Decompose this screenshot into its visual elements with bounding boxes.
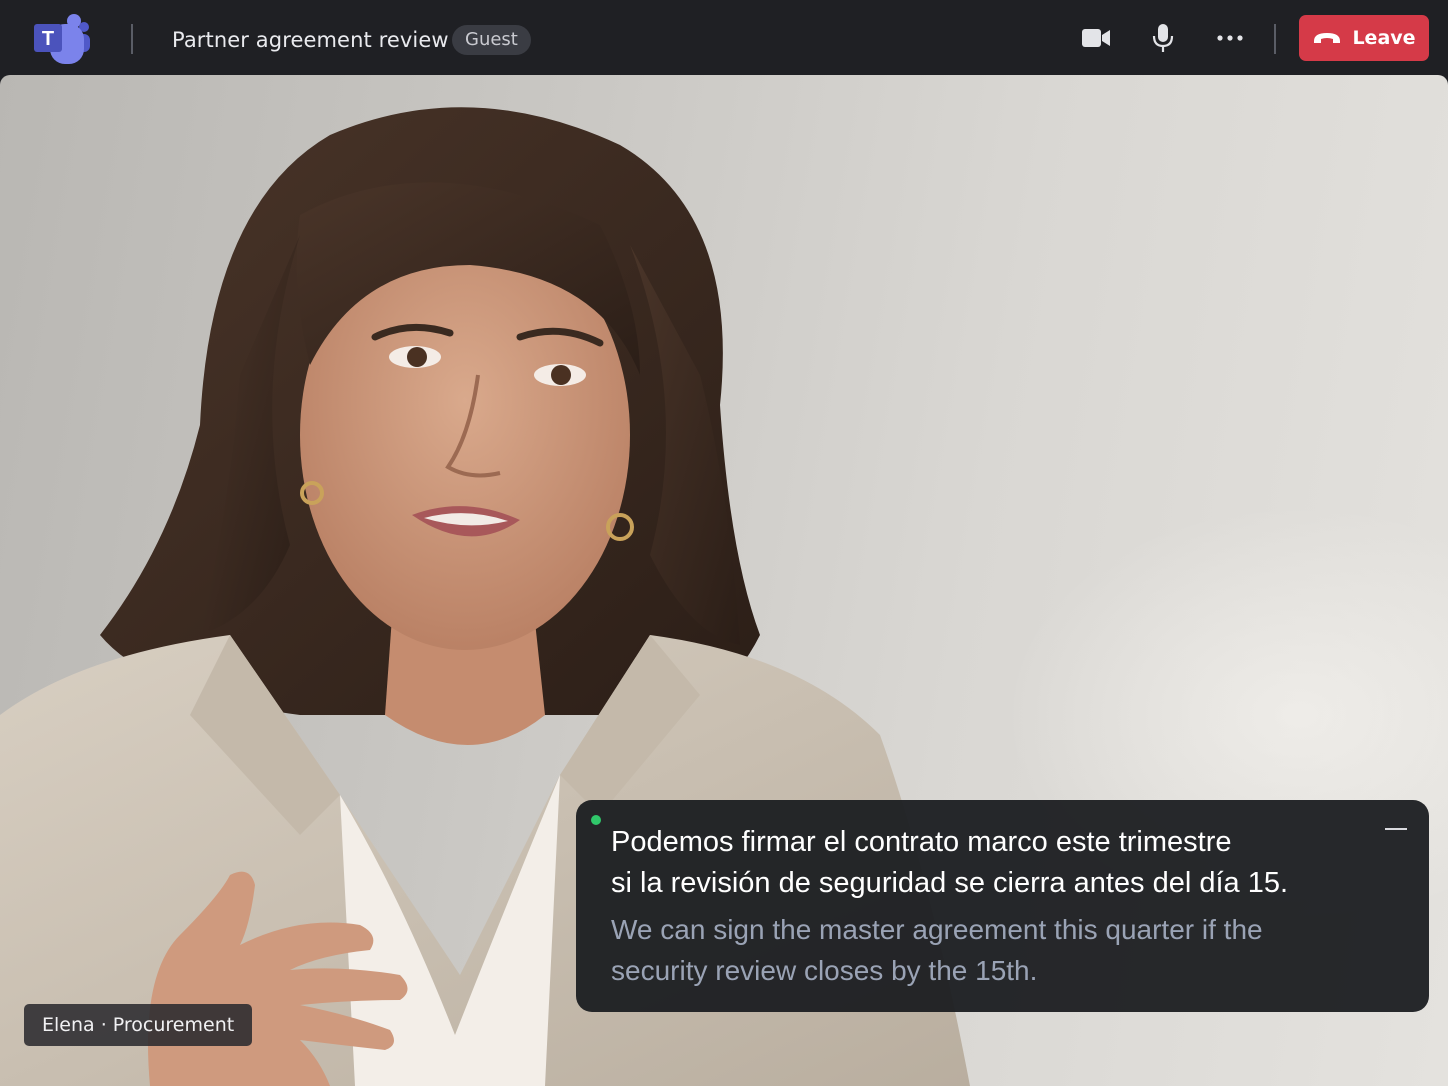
phone-hangup-icon	[1314, 33, 1341, 43]
camera-icon	[1082, 29, 1110, 47]
microphone-button[interactable]	[1143, 18, 1183, 58]
divider	[131, 24, 133, 54]
caption-original-line: si la revisión de seguridad se cierra an…	[611, 867, 1289, 899]
meeting-toolbar: T Partner agreement review Guest Leave	[0, 0, 1448, 76]
participant-video: Elena · Procurement Podemos firmar el co…	[0, 75, 1448, 1086]
caption-translated-line: security review closes by the 15th.	[611, 955, 1038, 986]
guest-badge: Guest	[452, 25, 531, 55]
microphone-icon	[1152, 24, 1174, 52]
caption-translated-line: We can sign the master agreement this qu…	[611, 914, 1263, 945]
camera-button[interactable]	[1076, 18, 1116, 58]
live-captions-panel: Podemos firmar el contrato marco este tr…	[576, 800, 1429, 1012]
leave-button[interactable]: Leave	[1299, 15, 1429, 61]
more-options-button[interactable]	[1210, 18, 1250, 58]
meeting-title: Partner agreement review	[172, 28, 449, 52]
live-indicator-icon	[591, 815, 601, 825]
caption-original-line: Podemos firmar el contrato marco este tr…	[611, 826, 1232, 858]
logo-letter: T	[42, 28, 54, 50]
participant-name-tag: Elena · Procurement	[24, 1004, 253, 1046]
teams-logo: T	[30, 10, 94, 68]
divider	[1274, 24, 1276, 54]
minimize-captions-button[interactable]	[1385, 828, 1407, 830]
more-options-icon	[1217, 35, 1243, 41]
leave-label: Leave	[1352, 27, 1416, 49]
